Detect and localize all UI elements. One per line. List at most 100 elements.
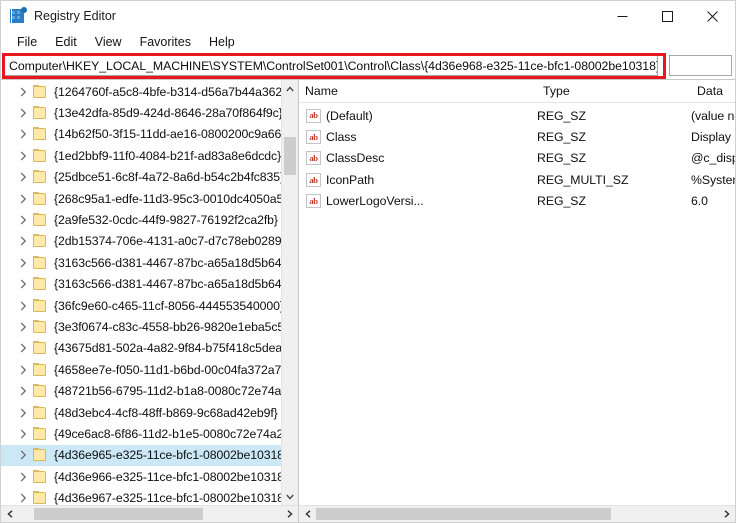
tree-item[interactable]: {36fc9e60-c465-11cf-8056-444553540000} bbox=[1, 295, 281, 316]
tree-item[interactable]: {43675d81-502a-4a82-9f84-b75f418c5dea} bbox=[1, 338, 281, 359]
tree-item[interactable]: {268c95a1-edfe-11d3-95c3-0010dc4050a5} bbox=[1, 188, 281, 209]
tree-item[interactable]: {3163c566-d381-4467-87bc-a65a18d5b649} bbox=[1, 274, 281, 295]
folder-icon bbox=[32, 191, 48, 206]
chevron-right-icon[interactable] bbox=[15, 362, 31, 378]
tree-item[interactable]: {48d3ebc4-4cf8-48ff-b869-9c68ad42eb9f} bbox=[1, 402, 281, 423]
folder-icon bbox=[32, 319, 48, 334]
address-bar-overflow[interactable] bbox=[669, 55, 732, 76]
tree-item-label: {3e3f0674-c83c-4558-bb26-9820e1eba5c5} bbox=[54, 319, 281, 334]
chevron-right-icon[interactable] bbox=[15, 340, 31, 356]
tree-item[interactable]: {2db15374-706e-4131-a0c7-d7c78eb0289a} bbox=[1, 231, 281, 252]
tree-item-label: {2a9fe532-0cdc-44f9-9827-76192f2ca2fb} bbox=[54, 213, 278, 228]
tree-item[interactable]: {48721b56-6795-11d2-b1a8-0080c72e74a2} bbox=[1, 380, 281, 401]
tree-item[interactable]: {14b62f50-3f15-11dd-ae16-0800200c9a66} bbox=[1, 124, 281, 145]
tree-hscroll-thumb[interactable] bbox=[34, 508, 203, 520]
value-data: 6.0 bbox=[691, 194, 708, 209]
tree-item[interactable]: {1264760f-a5c8-4bfe-b314-d56a7b44a362} bbox=[1, 81, 281, 102]
values-hscroll-left-button[interactable] bbox=[299, 506, 316, 522]
tree-item[interactable]: {49ce6ac8-6f86-11d2-b1e5-0080c72e74a2} bbox=[1, 423, 281, 444]
chevron-right-icon[interactable] bbox=[15, 84, 31, 100]
chevron-right-icon[interactable] bbox=[15, 447, 31, 463]
title-bar: Registry Editor bbox=[1, 1, 735, 31]
column-header-data[interactable]: Data bbox=[691, 84, 735, 98]
maximize-button[interactable] bbox=[645, 1, 690, 31]
chevron-right-icon[interactable] bbox=[15, 105, 31, 121]
tree-item[interactable]: {1ed2bbf9-11f0-4084-b21f-ad83a8e6dcdc} bbox=[1, 145, 281, 166]
chevron-right-icon[interactable] bbox=[15, 383, 31, 399]
menu-item-file[interactable]: File bbox=[8, 34, 46, 51]
chevron-right-icon[interactable] bbox=[15, 405, 31, 421]
value-row[interactable]: ab IconPath REG_MULTI_SZ %SystemRoot%\syste… bbox=[299, 169, 735, 190]
string-value-icon: ab bbox=[306, 108, 321, 123]
chevron-right-icon[interactable] bbox=[15, 233, 31, 249]
chevron-right-icon[interactable] bbox=[15, 426, 31, 442]
minimize-button[interactable] bbox=[600, 1, 645, 31]
value-row[interactable]: ab ClassDesc REG_SZ @c_display.inf,%ClassDe… bbox=[299, 148, 735, 169]
value-row[interactable]: ab (Default) REG_SZ (value not set) bbox=[299, 105, 735, 126]
value-row[interactable]: ab LowerLogoVersi... REG_SZ 6.0 bbox=[299, 191, 735, 212]
tree-item[interactable]: {13e42dfa-85d9-424d-8646-28a70f864f9c} bbox=[1, 102, 281, 123]
window-title: Registry Editor bbox=[34, 9, 116, 23]
chevron-right-icon[interactable] bbox=[15, 148, 31, 164]
values-column-header: Name Type Data bbox=[299, 80, 735, 103]
chevron-right-icon[interactable] bbox=[15, 212, 31, 228]
tree-hscroll-track[interactable] bbox=[18, 506, 281, 522]
value-row[interactable]: ab Class REG_SZ Display bbox=[299, 126, 735, 147]
menu-item-favorites[interactable]: Favorites bbox=[131, 34, 200, 51]
chevron-right-icon[interactable] bbox=[15, 319, 31, 335]
string-value-icon: ab bbox=[306, 130, 321, 145]
values-hscroll-thumb[interactable] bbox=[316, 508, 611, 520]
tree-hscroll-right-button[interactable] bbox=[281, 506, 298, 522]
tree-scroll-down-button[interactable] bbox=[282, 488, 298, 505]
minimize-icon bbox=[617, 15, 628, 17]
value-data: %SystemRoot%\system32\setupapi.dll,-1 bbox=[691, 172, 735, 187]
tree-item[interactable]: {4658ee7e-f050-11d1-b6bd-00c04fa372a7} bbox=[1, 359, 281, 380]
chevron-right-icon[interactable] bbox=[15, 490, 31, 505]
tree-scroll-up-button[interactable] bbox=[282, 80, 298, 97]
menu-item-help[interactable]: Help bbox=[200, 34, 244, 51]
chevron-right-icon[interactable] bbox=[15, 255, 31, 271]
tree-item-label: {3163c566-d381-4467-87bc-a65a18d5b648} bbox=[54, 255, 281, 270]
tree-hscroll-left-button[interactable] bbox=[1, 506, 18, 522]
tree-item[interactable]: {3163c566-d381-4467-87bc-a65a18d5b648} bbox=[1, 252, 281, 273]
string-value-icon: ab bbox=[306, 194, 321, 209]
tree-scroll-thumb[interactable] bbox=[284, 137, 296, 175]
tree-item[interactable]: {2a9fe532-0cdc-44f9-9827-76192f2ca2fb} bbox=[1, 209, 281, 230]
values-horizontal-scrollbar[interactable] bbox=[299, 505, 735, 522]
folder-icon bbox=[32, 84, 48, 99]
column-header-type[interactable]: Type bbox=[537, 84, 691, 98]
registry-values-pane: Name Type Data ab (Default) REG_SZ (value n… bbox=[299, 79, 735, 522]
column-header-name[interactable]: Name bbox=[299, 84, 537, 98]
address-bar[interactable]: Computer\HKEY_LOCAL_MACHINE\SYSTEM\Contr… bbox=[4, 55, 658, 76]
menu-item-view[interactable]: View bbox=[86, 34, 131, 51]
values-hscroll-right-button[interactable] bbox=[718, 506, 735, 522]
window-controls bbox=[600, 1, 735, 31]
value-type: REG_SZ bbox=[537, 130, 586, 145]
tree-item[interactable]: {3e3f0674-c83c-4558-bb26-9820e1eba5c5} bbox=[1, 316, 281, 337]
chevron-right-icon[interactable] bbox=[15, 126, 31, 142]
tree-item[interactable]: {4d36e965-e325-11ce-bfc1-08002be10318} bbox=[1, 444, 281, 467]
value-name: ClassDesc bbox=[326, 151, 385, 166]
chevron-right-icon[interactable] bbox=[15, 191, 31, 207]
registry-tree-list[interactable]: {1264760f-a5c8-4bfe-b314-d56a7b44a362} {1… bbox=[1, 80, 281, 505]
tree-horizontal-scrollbar[interactable] bbox=[1, 505, 298, 522]
chevron-left-icon bbox=[304, 510, 310, 518]
value-name: IconPath bbox=[326, 172, 375, 187]
tree-item[interactable]: {25dbce51-6c8f-4a72-8a6d-b54c2b4fc835} bbox=[1, 167, 281, 188]
tree-vertical-scrollbar[interactable] bbox=[281, 80, 298, 505]
tree-item[interactable]: {4d36e967-e325-11ce-bfc1-08002be10318} bbox=[1, 487, 281, 505]
tree-scroll-track[interactable] bbox=[282, 97, 298, 488]
chevron-right-icon[interactable] bbox=[15, 298, 31, 314]
title-bar-left: Registry Editor bbox=[1, 7, 116, 24]
chevron-right-icon[interactable] bbox=[15, 276, 31, 292]
tree-item[interactable]: {4d36e966-e325-11ce-bfc1-08002be10318} bbox=[1, 466, 281, 487]
menu-item-edit[interactable]: Edit bbox=[46, 34, 86, 51]
chevron-right-icon[interactable] bbox=[15, 169, 31, 185]
folder-icon bbox=[32, 405, 48, 420]
values-list[interactable]: ab (Default) REG_SZ (value not set) ab Class R… bbox=[299, 103, 735, 505]
values-hscroll-track[interactable] bbox=[316, 506, 718, 522]
chevron-right-icon[interactable] bbox=[15, 469, 31, 485]
address-bar-path: Computer\HKEY_LOCAL_MACHINE\SYSTEM\Contr… bbox=[9, 58, 658, 73]
folder-icon bbox=[32, 170, 48, 184]
close-button[interactable] bbox=[690, 1, 735, 31]
